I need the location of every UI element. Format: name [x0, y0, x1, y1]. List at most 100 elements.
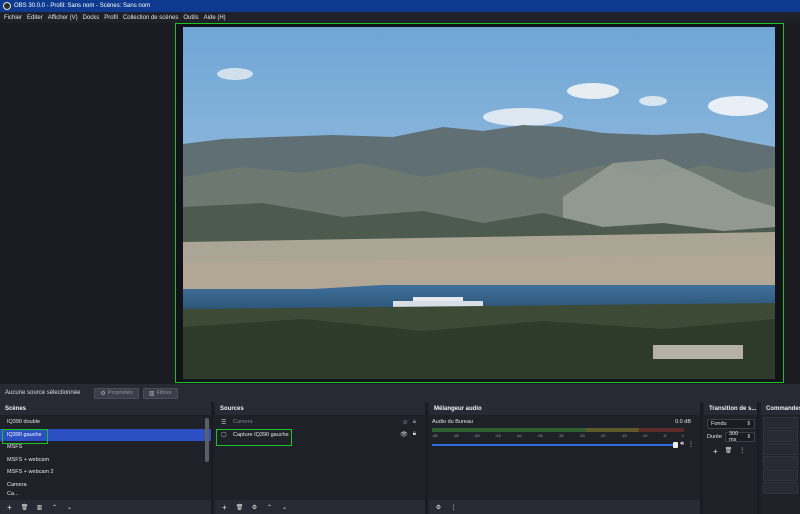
scene-item[interactable]: MSFS + webcam 2 [0, 466, 211, 479]
context-toolbar: Aucune source sélectionnée ⚙ Propriétés … [0, 384, 800, 402]
mixer-body: Audio du Bureau 0.0 dB -60 -55 -50 -45 -… [429, 416, 700, 500]
add-source-button[interactable]: + [219, 502, 230, 512]
audio-mixer-dock: Mélangeur audio Audio du Bureau 0.0 dB -… [429, 402, 702, 514]
eye-hidden-icon[interactable]: ⊘ [403, 419, 408, 426]
scene-item[interactable]: IQ390 double [0, 416, 211, 429]
scenes-title: Scènes [0, 402, 211, 416]
scenes-scrollbar[interactable] [205, 418, 209, 462]
track-name: Audio du Bureau [432, 419, 473, 425]
commands-body [761, 416, 800, 514]
tick-label: -10 [641, 433, 648, 438]
preview-canvas[interactable] [183, 27, 775, 379]
source-label: Camera [233, 419, 253, 426]
remove-source-button[interactable]: 🗑 [234, 502, 245, 512]
tick-label: -25 [578, 433, 585, 438]
transitions-title: Transition de s... [704, 402, 757, 416]
menu-docks[interactable]: Docks [83, 15, 100, 21]
gear-icon: ⚙ [100, 390, 106, 397]
properties-button[interactable]: ⚙ Propriétés [94, 387, 139, 399]
filters-button[interactable]: ▥ Filtres [142, 387, 178, 399]
menu-profil[interactable]: Profil [104, 15, 118, 21]
sources-toolbar: + 🗑 ⚙ ⌃ ⌄ [215, 500, 425, 514]
preview-area [0, 23, 800, 384]
obs-logo-icon [3, 2, 11, 10]
menu-collection-scenes[interactable]: Collection de scènes [123, 15, 178, 21]
sources-title: Sources [215, 402, 425, 416]
tick-label: -35 [536, 433, 543, 438]
list-icon: ☰ [221, 419, 227, 426]
menu-outils[interactable]: Outils [183, 15, 198, 21]
more-options-icon[interactable]: ⋮ [688, 441, 694, 448]
mixer-title: Mélangeur audio [429, 402, 700, 416]
scenes-list[interactable]: IQ390 double IQ390 gauche MSFS MSFS + we… [0, 416, 211, 500]
move-scene-up-button[interactable]: ⌃ [49, 502, 60, 512]
duration-label: Durée [707, 434, 722, 440]
commands-dock: Commandes [761, 402, 800, 514]
transition-select[interactable]: Fondu ⇕ [707, 419, 755, 429]
preview-selection-frame[interactable] [175, 23, 784, 383]
move-source-up-button[interactable]: ⌃ [264, 502, 275, 512]
window-title: OBS 30.0.0 - Profil: Sans nom - Scènes: … [14, 3, 151, 9]
tick-label: -45 [494, 433, 501, 438]
remove-transition-button[interactable]: 🗑 [725, 447, 733, 456]
tick-label: -15 [620, 433, 627, 438]
scenes-toolbar: + 🗑 ▥ ⌃ ⌄ [0, 500, 211, 514]
command-button[interactable] [763, 456, 798, 468]
title-bar: OBS 30.0.0 - Profil: Sans nom - Scènes: … [0, 0, 800, 12]
volume-slider-handle[interactable] [673, 441, 679, 448]
add-scene-button[interactable]: + [4, 502, 15, 512]
filter-icon: ▥ [148, 390, 155, 397]
command-button[interactable] [763, 430, 798, 442]
tick-label: -50 [473, 433, 480, 438]
lock-icon[interactable]: 🔒︎ [413, 431, 416, 438]
transition-selected: Fondu [711, 421, 727, 427]
transition-menu-icon[interactable]: ⋮ [739, 447, 745, 456]
duration-field[interactable]: 300 ms ⇕ [724, 431, 755, 443]
scene-item[interactable]: MSFS [0, 441, 211, 454]
speaker-icon[interactable]: 🔊︎ [680, 441, 684, 448]
sources-dock: Sources ☰ Camera ⊘ 🔒︎ ▢ Capture IQ390 ga… [215, 402, 427, 514]
scene-item-selected[interactable]: IQ390 gauche [0, 428, 211, 441]
tick-label: -30 [557, 433, 564, 438]
command-button[interactable] [763, 417, 798, 429]
volume-meter [432, 428, 684, 432]
mixer-toolbar: ⚙ ⋮ [429, 500, 700, 514]
menu-afficher[interactable]: Afficher (V) [48, 15, 78, 21]
scene-item[interactable]: MSFS + webcam [0, 454, 211, 467]
docks-area: Scènes IQ390 double IQ390 gauche MSFS MS… [0, 402, 800, 514]
tick-label: -40 [515, 433, 522, 438]
command-button[interactable] [763, 482, 798, 494]
meter-ticks: -60 -55 -50 -45 -40 -35 -30 -25 -20 -15 … [432, 433, 684, 438]
scene-item[interactable]: Camera [0, 479, 211, 492]
obs-window: OBS 30.0.0 - Profil: Sans nom - Scènes: … [0, 0, 800, 514]
move-scene-down-button[interactable]: ⌄ [64, 502, 75, 512]
source-label: Capture IQ390 gauche [233, 431, 289, 438]
no-source-label: Aucune source sélectionnée [5, 390, 81, 396]
filters-label: Filtres [156, 390, 172, 396]
tick-label: -60 [432, 433, 438, 438]
transitions-body: Fondu ⇕ Durée 300 ms ⇕ + 🗑 ⋮ [704, 416, 757, 514]
advanced-audio-icon[interactable]: ⚙ [433, 502, 444, 512]
audio-track: Audio du Bureau 0.0 dB -60 -55 -50 -45 -… [432, 419, 694, 449]
menu-aide[interactable]: Aide (H) [204, 15, 226, 21]
menu-fichier[interactable]: Fichier [4, 15, 22, 21]
mixer-menu-icon[interactable]: ⋮ [448, 502, 459, 512]
menu-bar: Fichier Editer Afficher (V) Docks Profil… [0, 12, 800, 23]
sources-list[interactable]: ☰ Camera ⊘ 🔒︎ ▢ Capture IQ390 gauche 👁︎ … [215, 416, 425, 500]
spinner-icon: ⇕ [746, 434, 751, 440]
command-button[interactable] [763, 469, 798, 481]
command-button[interactable] [763, 443, 798, 455]
source-row-capture[interactable]: ▢ Capture IQ390 gauche 👁︎ 🔒︎ [215, 429, 425, 442]
add-transition-button[interactable]: + [713, 447, 718, 456]
eye-icon[interactable]: 👁︎ [400, 431, 408, 438]
move-source-down-button[interactable]: ⌄ [279, 502, 290, 512]
source-properties-gear-icon[interactable]: ⚙ [249, 502, 260, 512]
scene-item[interactable]: Ca... [0, 491, 211, 497]
scenes-dock: Scènes IQ390 double IQ390 gauche MSFS MS… [0, 402, 213, 514]
volume-slider[interactable] [432, 441, 679, 448]
menu-editer[interactable]: Editer [27, 15, 43, 21]
lock-icon[interactable]: 🔒︎ [413, 419, 416, 426]
source-row-camera[interactable]: ☰ Camera ⊘ 🔒︎ [215, 416, 425, 429]
scene-filters-button[interactable]: ▥ [34, 502, 45, 512]
remove-scene-button[interactable]: 🗑 [19, 502, 30, 512]
